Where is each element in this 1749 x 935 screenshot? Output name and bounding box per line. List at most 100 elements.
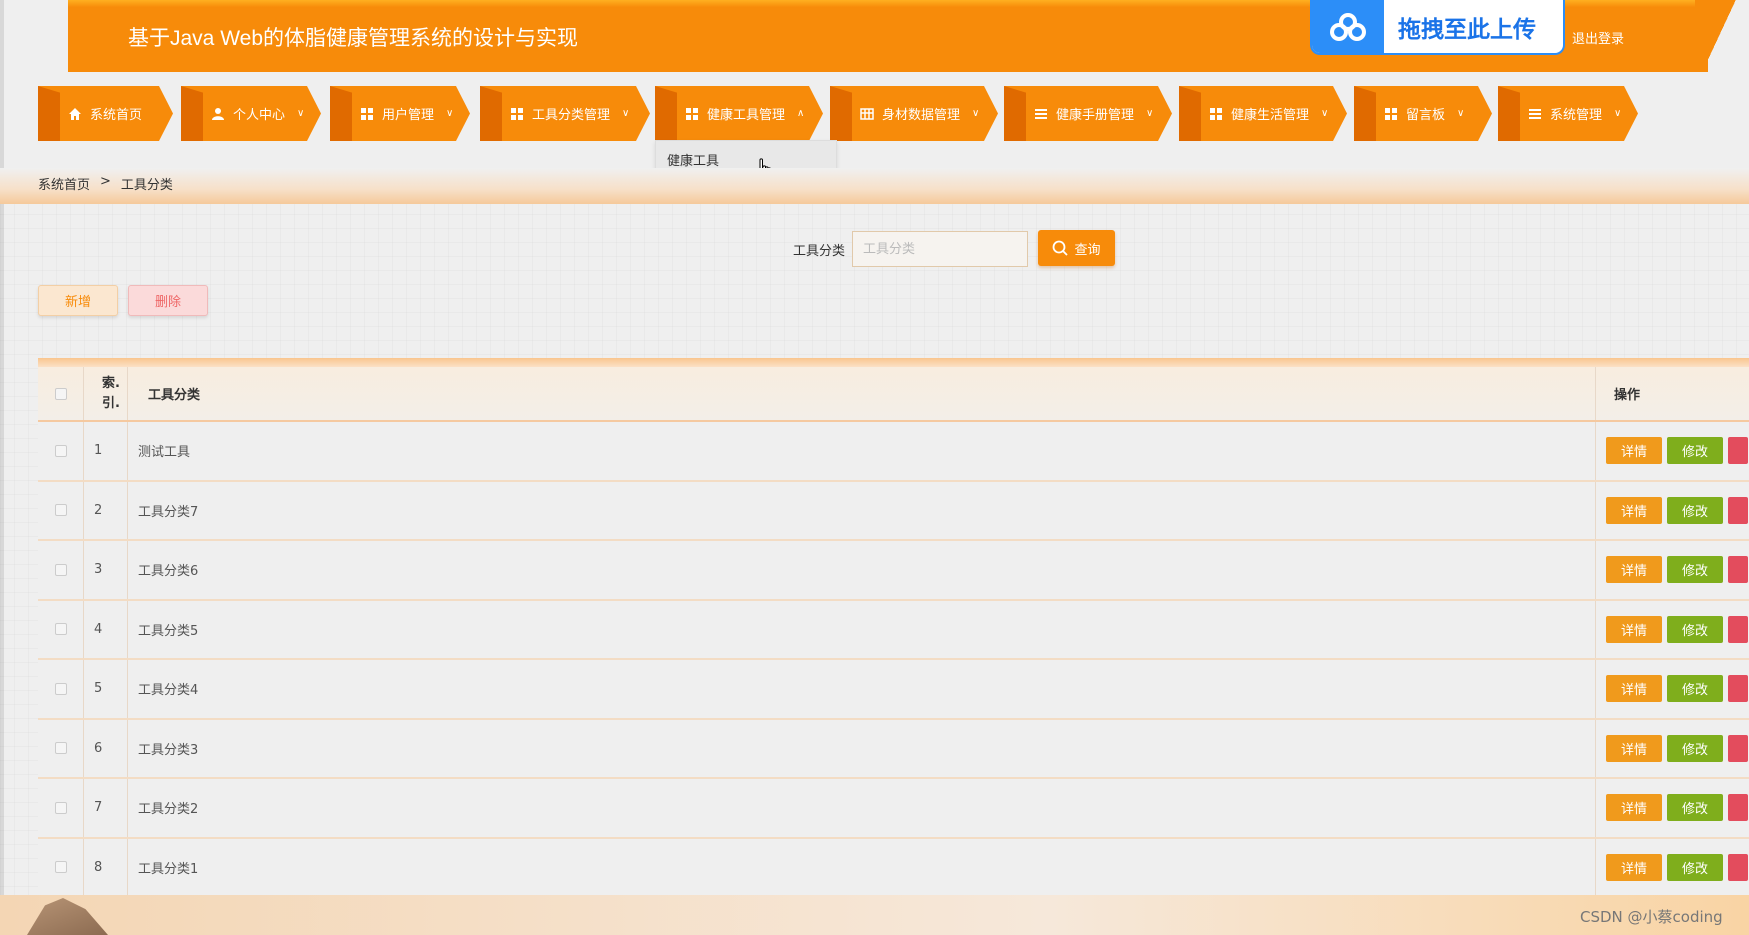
edit-button[interactable]: 修改 [1667,437,1723,465]
delete-button[interactable]: 删除 [128,285,208,316]
edit-button[interactable]: 修改 [1667,794,1723,822]
chevron-down-icon: ∨ [1321,108,1329,119]
chevron-down-icon: ∨ [446,108,454,119]
edit-button[interactable]: 修改 [1667,556,1723,584]
row-checkbox[interactable] [54,682,67,695]
search-icon [1053,240,1069,256]
breadcrumb: 系统首页 > 工具分类 [0,168,1749,204]
detail-button[interactable]: 详情 [1606,615,1662,643]
search-input[interactable] [852,231,1028,267]
baidu-cloud-icon [1312,0,1384,53]
table-header: 索. 引. 工具分类 操作 [38,367,1749,422]
row-checkbox[interactable] [54,563,67,576]
detail-button[interactable]: 详情 [1606,675,1662,703]
detail-button[interactable]: 详情 [1606,496,1662,524]
chevron-down-icon: ∨ [1614,108,1622,119]
detail-button[interactable]: 详情 [1606,734,1662,762]
delete-row-button[interactable] [1728,496,1748,524]
grid-icon [1209,107,1223,121]
nav-label: 系统管理 [1550,108,1603,123]
breadcrumb-current: 工具分类 [120,178,173,193]
nav-item-profile[interactable]: 个人中心 ∨ [181,86,321,141]
delete-row-button[interactable] [1728,734,1748,762]
row-checkbox[interactable] [54,801,67,814]
row-index: 7 [84,779,128,837]
table-row: 2 工具分类7 详情 修改 [38,481,1749,541]
table-row: 6 工具分类3 详情 修改 [38,719,1749,779]
upload-banner-text: 拖拽至此上传 [1398,15,1536,42]
row-index: 3 [84,541,128,599]
nav-label: 留言板 [1406,108,1446,123]
nav-item-healthy-living[interactable]: 健康生活管理 ∨ [1179,86,1347,141]
user-icon [211,107,225,121]
edit-button[interactable]: 修改 [1667,734,1723,762]
row-index: 4 [84,600,128,658]
chevron-down-icon: ∨ [1457,108,1465,119]
nav-item-tool-category[interactable]: 工具分类管理 ∨ [480,86,650,141]
nav-label: 系统首页 [90,108,143,123]
table-row: 7 工具分类2 详情 修改 [38,779,1749,839]
row-checkbox[interactable] [54,444,67,457]
header-arrow-tip [1695,0,1743,72]
chevron-down-icon: ∨ [622,108,630,119]
select-all-checkbox[interactable] [54,387,67,400]
edit-button[interactable]: 修改 [1667,615,1723,643]
delete-row-button[interactable] [1728,675,1748,703]
delete-row-button[interactable] [1728,853,1748,881]
header-ops: 操作 [1614,388,1641,403]
nav-item-message-board[interactable]: 留言板 ∨ [1354,86,1492,141]
delete-row-button[interactable] [1728,794,1748,822]
row-index: 8 [84,838,128,896]
table-row: 1 测试工具 详情 修改 [38,422,1749,482]
nav-label: 健康手册管理 [1056,108,1135,123]
row-name: 测试工具 [128,422,1596,480]
nav-label: 健康生活管理 [1231,108,1310,123]
nav-label: 工具分类管理 [532,108,611,123]
breadcrumb-home[interactable]: 系统首页 [38,174,90,204]
nav-item-health-manual[interactable]: 健康手册管理 ∨ [1004,86,1172,141]
search-button[interactable]: 查询 [1038,230,1115,266]
row-checkbox[interactable] [54,504,67,517]
list-icon [1528,107,1542,121]
nav-item-health-tools[interactable]: 健康工具管理 ∧ [655,86,823,141]
row-checkbox[interactable] [54,861,67,874]
add-button[interactable]: 新增 [38,285,118,316]
row-index: 1 [84,422,128,480]
nav-item-body-data[interactable]: 身材数据管理 ∨ [830,86,998,141]
row-name: 工具分类7 [128,481,1596,539]
row-index: 6 [84,719,128,777]
row-checkbox[interactable] [54,742,67,755]
table-row: 4 工具分类5 详情 修改 [38,600,1749,660]
grid-icon [510,107,524,121]
nav-item-system[interactable]: 系统管理 ∨ [1498,86,1638,141]
detail-button[interactable]: 详情 [1606,437,1662,465]
row-name: 工具分类1 [128,838,1596,896]
nav-label: 身材数据管理 [882,108,961,123]
table-top-border [38,358,1749,367]
edit-button[interactable]: 修改 [1667,675,1723,703]
detail-button[interactable]: 详情 [1606,556,1662,584]
row-checkbox[interactable] [54,623,67,636]
chevron-up-icon: ∧ [797,108,805,119]
header-tool-category[interactable]: 工具分类 [148,384,200,403]
grid-icon [1384,107,1398,121]
edit-button[interactable]: 修改 [1667,496,1723,524]
tool-category-table: 索. 引. 工具分类 操作 1 测试工具 详情 修改 2 工具分类7 详情 修改… [38,367,1749,898]
row-name: 工具分类5 [128,600,1596,658]
delete-row-button[interactable] [1728,556,1748,584]
table-row: 8 工具分类1 详情 修改 [38,838,1749,898]
delete-row-button[interactable] [1728,437,1748,465]
grid-icon [360,107,374,121]
nav-item-users[interactable]: 用户管理 ∨ [330,86,470,141]
edit-button[interactable]: 修改 [1667,853,1723,881]
nav-item-home[interactable]: 系统首页 [38,86,173,141]
logout-link[interactable]: 退出登录 [1572,28,1624,47]
row-name: 工具分类2 [128,779,1596,837]
header-index-line2: 引. [102,395,120,411]
detail-button[interactable]: 详情 [1606,794,1662,822]
nav-label: 用户管理 [382,108,435,123]
delete-row-button[interactable] [1728,615,1748,643]
upload-dropzone-banner[interactable]: 拖拽至此上传 [1310,0,1565,55]
chevron-down-icon: ∨ [1146,108,1154,119]
detail-button[interactable]: 详情 [1606,853,1662,881]
